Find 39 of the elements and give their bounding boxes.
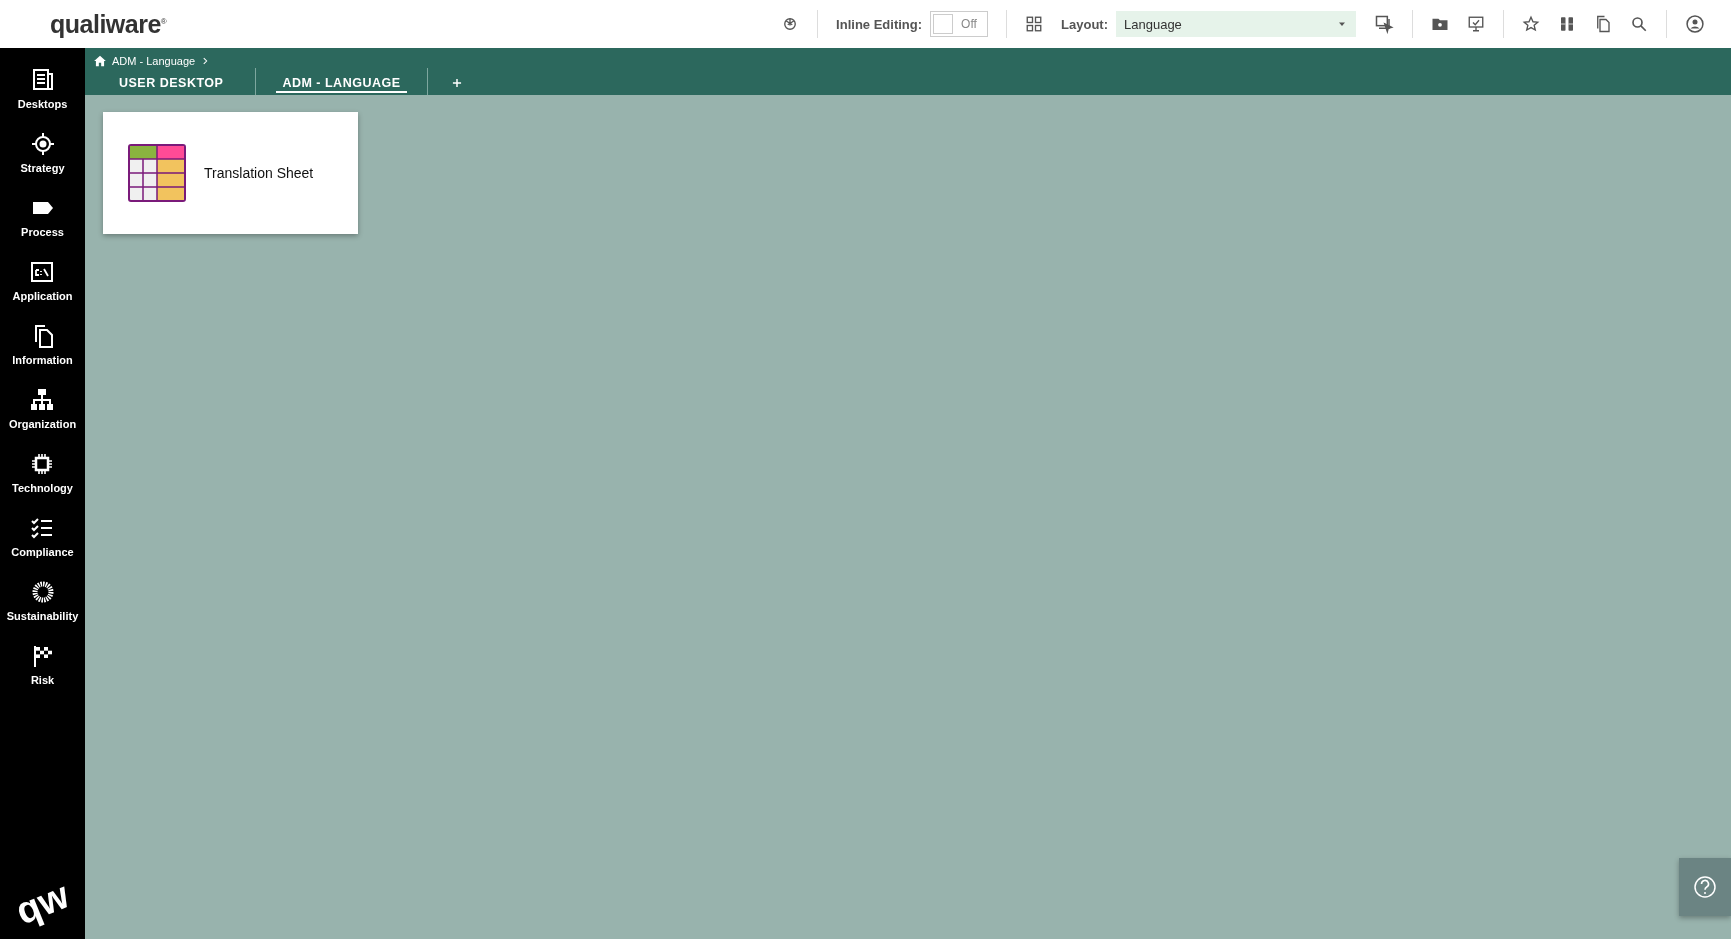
sidebar-item[interactable]: Strategy <box>20 162 65 174</box>
inline-editing-toggle[interactable]: Off <box>930 11 989 37</box>
sidebar-item[interactable]: Desktops <box>17 98 68 110</box>
star-icon[interactable] <box>1522 15 1540 33</box>
layout-label: Layout: <box>1061 16 1108 32</box>
target-icon[interactable] <box>30 132 55 156</box>
home-icon[interactable] <box>93 54 107 68</box>
breadcrumb-link[interactable]: ADM - Language <box>112 55 196 67</box>
org-chart-icon[interactable] <box>30 388 55 412</box>
sidebar-item[interactable]: Process <box>21 226 64 238</box>
grid-layout-icon[interactable] <box>1025 15 1044 33</box>
brand-logo: qw <box>10 873 75 934</box>
sidebar-item[interactable]: Technology <box>12 482 73 494</box>
app-logo: qualiware$^{®}$ <box>50 9 167 39</box>
monitor-icon[interactable] <box>1467 15 1485 33</box>
tab[interactable]: ADM - LANGUAGE <box>276 73 407 93</box>
copy-icon[interactable] <box>1594 15 1612 33</box>
ring-icon[interactable] <box>30 580 55 604</box>
tile-card[interactable]: Translation Sheet <box>103 112 358 234</box>
tile-label: Translation Sheet <box>204 165 314 181</box>
help-button[interactable] <box>1679 858 1731 916</box>
search-icon[interactable] <box>1630 15 1648 33</box>
terminal-icon[interactable] <box>30 260 55 284</box>
document-stack-icon[interactable] <box>30 68 55 92</box>
layout-dropdown[interactable]: Language <box>1116 11 1356 37</box>
inline-editing-label: Inline Editing: <box>836 16 923 32</box>
sidebar-item[interactable]: Information <box>12 354 73 366</box>
tab[interactable]: USER DESKTOP <box>99 73 250 93</box>
columns-icon[interactable] <box>1558 15 1576 33</box>
sidebar-item[interactable]: Application <box>12 290 73 302</box>
chip-icon[interactable] <box>30 452 55 476</box>
sidebar-item[interactable]: Compliance <box>11 546 74 558</box>
checklist-icon[interactable] <box>30 516 55 540</box>
spreadsheet-icon <box>128 144 186 202</box>
sidebar-item[interactable]: Risk <box>30 674 55 686</box>
user-icon[interactable] <box>1685 14 1705 34</box>
sidebar-item[interactable]: Organization <box>8 418 77 430</box>
windows-cursor-icon[interactable] <box>1374 14 1394 34</box>
sidebar-item[interactable]: Sustainability <box>6 610 79 622</box>
